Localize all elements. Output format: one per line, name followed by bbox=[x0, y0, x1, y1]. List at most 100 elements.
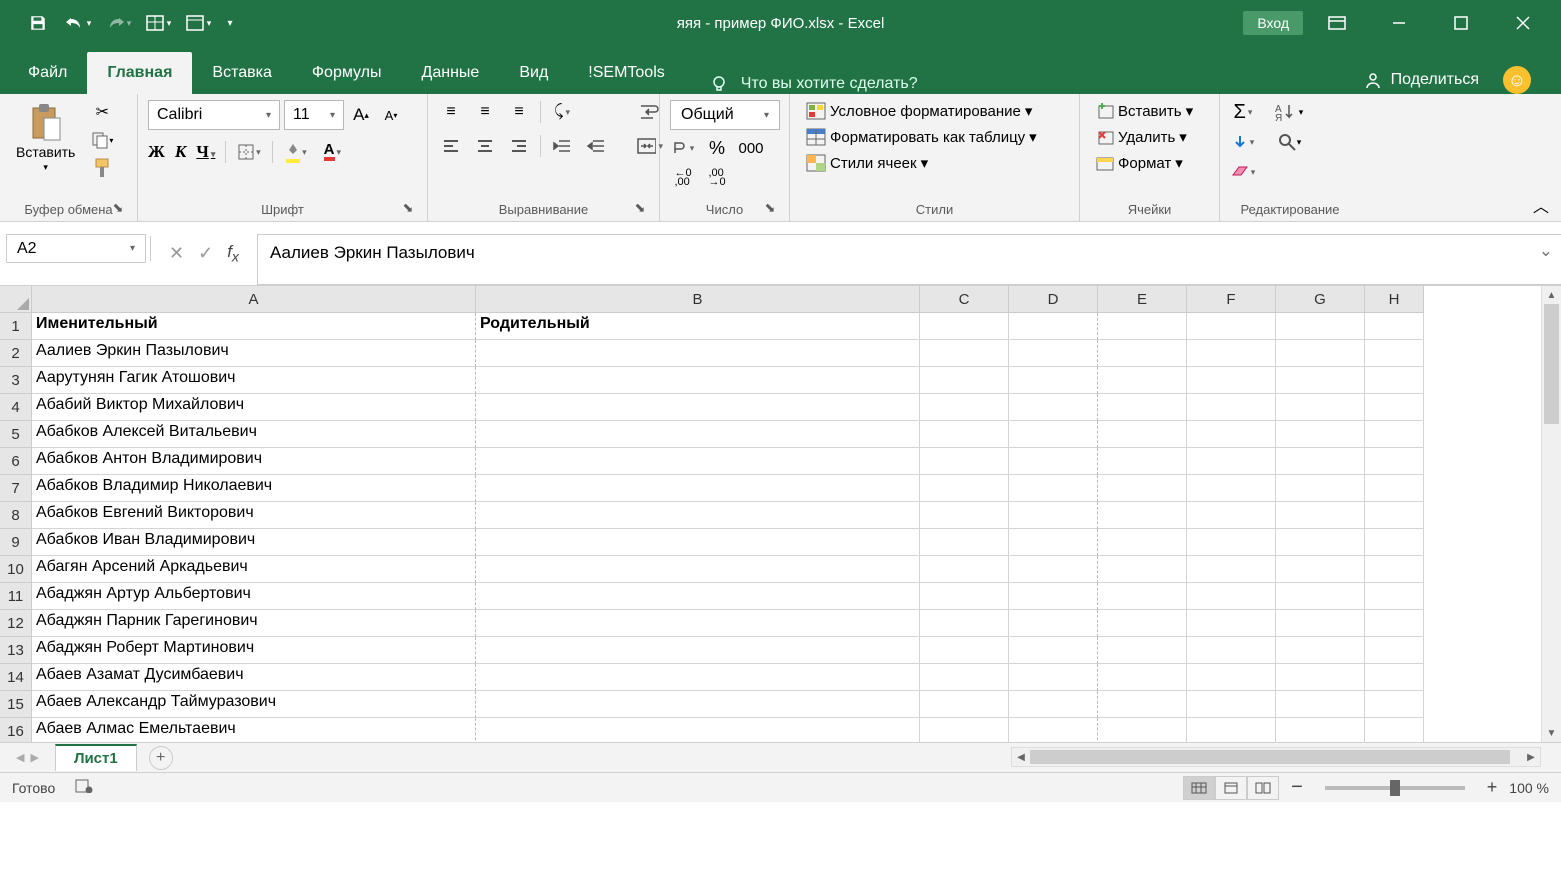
cell[interactable] bbox=[1365, 529, 1424, 556]
qat-custom-icon-1[interactable]: ▾ bbox=[140, 5, 176, 41]
underline-button[interactable]: Ч bbox=[196, 142, 215, 162]
align-top-icon[interactable]: ≡ bbox=[438, 100, 464, 124]
column-header-D[interactable]: D bbox=[1009, 286, 1098, 313]
row-header[interactable]: 11 bbox=[0, 583, 31, 610]
cell[interactable] bbox=[1187, 448, 1276, 475]
tab-semtools[interactable]: !SEMTools bbox=[568, 52, 684, 94]
cell[interactable] bbox=[1365, 313, 1424, 340]
cell[interactable] bbox=[1009, 313, 1098, 340]
sheet-tab-active[interactable]: Лист1 bbox=[55, 744, 137, 771]
delete-cells-button[interactable]: Удалить ▾ bbox=[1090, 126, 1193, 148]
page-layout-view-icon[interactable] bbox=[1215, 776, 1247, 800]
redo-icon[interactable]: ▾ bbox=[100, 5, 136, 41]
cell[interactable] bbox=[1098, 637, 1187, 664]
cell[interactable] bbox=[920, 556, 1009, 583]
cell[interactable] bbox=[1276, 394, 1365, 421]
ribbon-display-icon[interactable] bbox=[1309, 3, 1365, 43]
cell[interactable] bbox=[476, 718, 920, 742]
cell[interactable]: Абаев Азамат Дусимбаевич bbox=[32, 664, 476, 691]
cell[interactable] bbox=[1187, 610, 1276, 637]
cell[interactable] bbox=[920, 421, 1009, 448]
font-dialog-icon[interactable]: ⬊ bbox=[401, 201, 415, 215]
row-header[interactable]: 8 bbox=[0, 502, 31, 529]
cell[interactable]: Абаев Александр Таймуразович bbox=[32, 691, 476, 718]
cell[interactable] bbox=[1098, 421, 1187, 448]
clipboard-dialog-icon[interactable]: ⬊ bbox=[111, 201, 125, 215]
cell[interactable] bbox=[1187, 313, 1276, 340]
cell[interactable] bbox=[1187, 367, 1276, 394]
orientation-icon[interactable]: ⤹ bbox=[549, 100, 575, 124]
cell[interactable] bbox=[1009, 529, 1098, 556]
autosum-icon[interactable]: Σ bbox=[1230, 100, 1256, 124]
cell[interactable] bbox=[1009, 637, 1098, 664]
cell[interactable] bbox=[1009, 367, 1098, 394]
cell[interactable] bbox=[476, 502, 920, 529]
font-size-combo[interactable]: 11▾ bbox=[284, 100, 344, 130]
cell[interactable] bbox=[1009, 691, 1098, 718]
fx-icon[interactable]: fx bbox=[227, 242, 239, 265]
insert-cells-button[interactable]: Вставить ▾ bbox=[1090, 100, 1199, 122]
cell[interactable] bbox=[1098, 367, 1187, 394]
cell[interactable]: Абаджян Парник Гарегинович bbox=[32, 610, 476, 637]
scroll-right-icon[interactable]: ▶ bbox=[1522, 748, 1540, 766]
cell[interactable] bbox=[1009, 448, 1098, 475]
cell[interactable] bbox=[1276, 556, 1365, 583]
cell[interactable] bbox=[1365, 664, 1424, 691]
horizontal-scrollbar[interactable]: ◀ ▶ bbox=[1011, 747, 1541, 767]
cell[interactable] bbox=[476, 664, 920, 691]
percent-icon[interactable]: % bbox=[704, 136, 730, 160]
cell[interactable] bbox=[920, 502, 1009, 529]
cell[interactable] bbox=[1187, 664, 1276, 691]
cancel-icon[interactable]: ✕ bbox=[169, 243, 184, 264]
cell[interactable] bbox=[1365, 340, 1424, 367]
cell[interactable]: Абаджян Артур Альбертович bbox=[32, 583, 476, 610]
row-header[interactable]: 14 bbox=[0, 664, 31, 691]
row-header[interactable]: 2 bbox=[0, 340, 31, 367]
cell[interactable] bbox=[1009, 718, 1098, 742]
save-icon[interactable] bbox=[20, 5, 56, 41]
maximize-icon[interactable] bbox=[1433, 3, 1489, 43]
cell[interactable] bbox=[920, 583, 1009, 610]
cell[interactable] bbox=[1009, 421, 1098, 448]
cell[interactable]: Аалиев Эркин Пазылович bbox=[32, 340, 476, 367]
cell[interactable] bbox=[476, 556, 920, 583]
cell[interactable] bbox=[1098, 556, 1187, 583]
cell[interactable] bbox=[920, 367, 1009, 394]
align-right-icon[interactable] bbox=[506, 134, 532, 158]
cell[interactable] bbox=[1365, 556, 1424, 583]
cell[interactable] bbox=[1187, 637, 1276, 664]
row-header[interactable]: 6 bbox=[0, 448, 31, 475]
cell[interactable] bbox=[1365, 421, 1424, 448]
cell[interactable] bbox=[1098, 475, 1187, 502]
cell[interactable] bbox=[1009, 664, 1098, 691]
cell[interactable]: Абабков Алексей Витальевич bbox=[32, 421, 476, 448]
cell[interactable]: Абаев Алмас Емельтаевич bbox=[32, 718, 476, 742]
row-header[interactable]: 13 bbox=[0, 637, 31, 664]
format-cells-button[interactable]: Формат ▾ bbox=[1090, 152, 1189, 174]
row-header[interactable]: 1 bbox=[0, 313, 31, 340]
cell[interactable] bbox=[476, 610, 920, 637]
cell[interactable] bbox=[1187, 556, 1276, 583]
sheet-nav[interactable]: ◀▶ bbox=[0, 751, 55, 764]
cell[interactable] bbox=[1365, 475, 1424, 502]
cell[interactable] bbox=[920, 529, 1009, 556]
cell[interactable] bbox=[1187, 475, 1276, 502]
cell[interactable] bbox=[920, 340, 1009, 367]
cell[interactable]: Абабков Евгений Викторович bbox=[32, 502, 476, 529]
cell[interactable] bbox=[920, 664, 1009, 691]
cell[interactable] bbox=[1276, 367, 1365, 394]
tab-formulas[interactable]: Формулы bbox=[292, 52, 402, 94]
cell[interactable] bbox=[1098, 448, 1187, 475]
cell[interactable] bbox=[1365, 610, 1424, 637]
increase-decimal-icon[interactable]: ←0,00 bbox=[670, 166, 696, 190]
cut-icon[interactable]: ✂ bbox=[89, 100, 115, 124]
cell[interactable] bbox=[1187, 718, 1276, 742]
sort-filter-icon[interactable]: АЯ▾ bbox=[1272, 100, 1306, 124]
cell[interactable] bbox=[1098, 529, 1187, 556]
font-name-combo[interactable]: Calibri▾ bbox=[148, 100, 280, 130]
cell[interactable] bbox=[1365, 394, 1424, 421]
find-select-icon[interactable]: ▾ bbox=[1272, 130, 1306, 154]
zoom-out-icon[interactable]: − bbox=[1291, 776, 1303, 799]
clear-icon[interactable] bbox=[1230, 160, 1256, 184]
cell[interactable] bbox=[1187, 529, 1276, 556]
